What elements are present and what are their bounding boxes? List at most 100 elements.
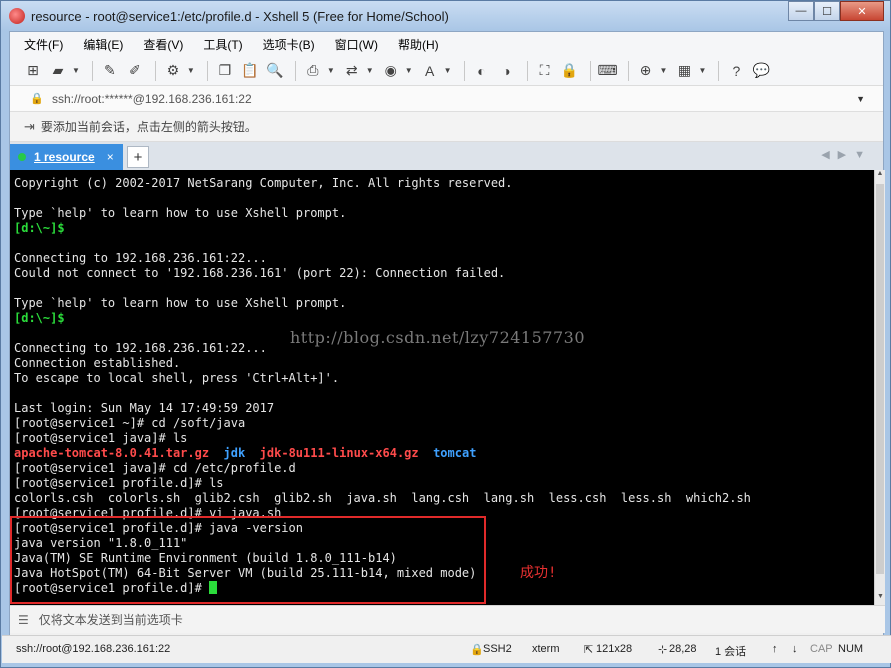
add-tab-button[interactable]: +	[127, 146, 149, 168]
address-dropdown-icon[interactable]: ▼	[856, 94, 865, 104]
toolbar-separator	[589, 60, 591, 81]
close-button[interactable]: ✕	[840, 1, 884, 21]
layout-icon[interactable]: ▦	[673, 60, 695, 82]
status-caps: CAP	[810, 643, 833, 655]
open-dropdown-icon[interactable]: ▼	[72, 66, 80, 75]
reconnect-icon[interactable]: ✎	[99, 60, 121, 82]
xftp-icon[interactable]: ◐	[471, 60, 493, 82]
ls-java-output: apache-tomcat-8.0.41.tar.gz jdk jdk-8u11…	[14, 446, 870, 461]
status-position-icon: ⊹	[658, 644, 668, 656]
properties-icon[interactable]: ⚙	[162, 60, 184, 82]
transfer-dropdown-icon[interactable]: ▼	[366, 66, 374, 75]
paste-icon[interactable]: 📋	[239, 60, 261, 82]
xmanager-icon[interactable]: ◑	[496, 60, 518, 82]
status-sessions: 1 会话	[715, 646, 747, 658]
lock-icon[interactable]: 🔒	[559, 60, 581, 82]
ls-archive-item: jdk-8u111-linux-x64.gz	[259, 446, 419, 460]
compose-bar[interactable]: ☰ 仅将文本发送到当前选项卡	[10, 605, 885, 633]
print-icon[interactable]: ⎙	[302, 60, 324, 82]
terminal-scrollbar[interactable]: ▲ ▼	[874, 170, 885, 605]
menu-file[interactable]: 文件(F)	[20, 34, 67, 55]
ls-directory-item: tomcat	[433, 446, 477, 460]
status-down-icon: ↓	[792, 643, 798, 655]
client-area: 文件(F) 编辑(E) 查看(V) 工具(T) 选项卡(B) 窗口(W) 帮助(…	[2, 31, 891, 663]
toolbar-separator	[627, 60, 629, 81]
status-protocol: SSH2	[483, 643, 512, 655]
terminal-output[interactable]: Copyright (c) 2002-2017 NetSarang Comput…	[10, 170, 874, 605]
success-annotation: 成功!	[520, 565, 557, 581]
copy-icon[interactable]: ❐	[214, 60, 236, 82]
tab-close-icon[interactable]: ×	[107, 150, 114, 164]
globe-icon[interactable]: ◉	[380, 60, 402, 82]
connected-status-icon	[18, 153, 26, 161]
terminal-line: [root@service1 profile.d]# ls	[14, 476, 224, 490]
help-icon[interactable]: ?	[725, 60, 747, 82]
minimize-button[interactable]: —	[788, 1, 814, 21]
menu-tools[interactable]: 工具(T)	[199, 34, 246, 55]
tab-resource[interactable]: 1 resource ×	[10, 144, 123, 170]
toolbar-separator	[206, 60, 208, 81]
terminal-line: Connection established.	[14, 356, 181, 370]
xshell-app-icon[interactable]	[9, 8, 25, 24]
add-icon[interactable]: ⊕	[635, 60, 657, 82]
transfer-icon[interactable]: ⇄	[341, 60, 363, 82]
ls-archive-item: apache-tomcat-8.0.41.tar.gz	[14, 446, 210, 460]
layout-dropdown-icon[interactable]: ▼	[698, 66, 706, 75]
status-up-icon: ↑	[772, 643, 778, 655]
address-bar[interactable]: 🔒 ssh://root:******@192.168.236.161:22 ▼	[10, 86, 883, 112]
address-lock-icon: 🔒	[30, 93, 44, 105]
menu-window[interactable]: 窗口(W)	[331, 34, 382, 55]
address-field[interactable]: ssh://root:******@192.168.236.161:22	[52, 92, 252, 106]
scroll-up-icon[interactable]: ▲	[875, 170, 885, 182]
toolbar-separator	[154, 60, 156, 81]
local-prompt: [d:\~]$	[14, 221, 65, 235]
menu-edit[interactable]: 编辑(E)	[79, 34, 127, 55]
status-lock-icon: 🔒	[470, 644, 484, 656]
ls-directory-item: jdk	[223, 446, 246, 460]
find-icon[interactable]: 🔍	[264, 60, 286, 82]
hint-text: 要添加当前会话，点击左侧的箭头按钮。	[40, 120, 257, 134]
menu-bar: 文件(F) 编辑(E) 查看(V) 工具(T) 选项卡(B) 窗口(W) 帮助(…	[10, 32, 883, 56]
terminal-line: [root@service1 ~]# cd /soft/java	[14, 416, 246, 430]
window-controls: — ☐ ✕	[788, 1, 884, 21]
terminal-line: Last login: Sun May 14 17:49:59 2017	[14, 401, 275, 415]
open-folder-icon[interactable]: ▰	[47, 60, 69, 82]
maximize-button[interactable]: ☐	[814, 1, 840, 21]
scroll-down-icon[interactable]: ▼	[875, 593, 886, 605]
terminal-line: Type `help' to learn how to use Xshell p…	[14, 296, 347, 310]
highlight-box	[10, 516, 486, 604]
keyboard-icon[interactable]: ⌨	[597, 60, 619, 82]
print-dropdown-icon[interactable]: ▼	[327, 66, 335, 75]
terminal-line: Connecting to 192.168.236.161:22...	[14, 251, 267, 265]
toolbar-separator	[463, 60, 465, 81]
title-bar[interactable]: resource - root@service1:/etc/profile.d …	[1, 1, 890, 31]
font-icon[interactable]: A	[419, 60, 441, 82]
properties-dropdown-icon[interactable]: ▼	[187, 66, 195, 75]
arrow-bookmark-icon[interactable]: ⇥	[24, 119, 35, 135]
status-cursor-position: 28,28	[669, 643, 697, 655]
app-window: resource - root@service1:/etc/profile.d …	[0, 0, 891, 668]
disconnect-icon[interactable]: ✐	[124, 60, 146, 82]
status-bar: ssh://root@192.168.236.161:22 🔒 SSH2 xte…	[2, 635, 891, 663]
tab-navigation-arrows[interactable]: ◀▶▼	[821, 148, 873, 161]
font-dropdown-icon[interactable]: ▼	[444, 66, 452, 75]
globe-dropdown-icon[interactable]: ▼	[405, 66, 413, 75]
toolbar-separator	[718, 60, 720, 81]
status-num: NUM	[838, 643, 864, 655]
terminal-line: [root@service1 java]# cd /etc/profile.d	[14, 461, 296, 475]
window-title: resource - root@service1:/etc/profile.d …	[31, 8, 449, 24]
chat-icon[interactable]: 💬	[750, 60, 772, 82]
scroll-thumb[interactable]	[876, 184, 884, 574]
tab-label: 1 resource	[34, 150, 95, 164]
terminal-line: Copyright (c) 2002-2017 NetSarang Comput…	[14, 176, 513, 190]
toolbar: ⊞ ▰ ▼ ✎ ✐ ⚙ ▼ ❐ 📋 🔍 ⎙ ▼ ⇄ ▼ ◉ ▼ A ▼ ◐ ◑	[10, 56, 883, 86]
menu-view[interactable]: 查看(V)	[139, 34, 187, 55]
menu-help[interactable]: 帮助(H)	[394, 34, 443, 55]
fullscreen-icon[interactable]: ⛶	[534, 60, 556, 82]
terminal-line: colorls.csh colorls.sh glib2.csh glib2.s…	[14, 491, 751, 505]
add-dropdown-icon[interactable]: ▼	[660, 66, 668, 75]
menu-tabs[interactable]: 选项卡(B)	[259, 34, 319, 55]
compose-menu-icon[interactable]: ☰	[18, 613, 29, 627]
new-session-icon[interactable]: ⊞	[22, 60, 44, 82]
